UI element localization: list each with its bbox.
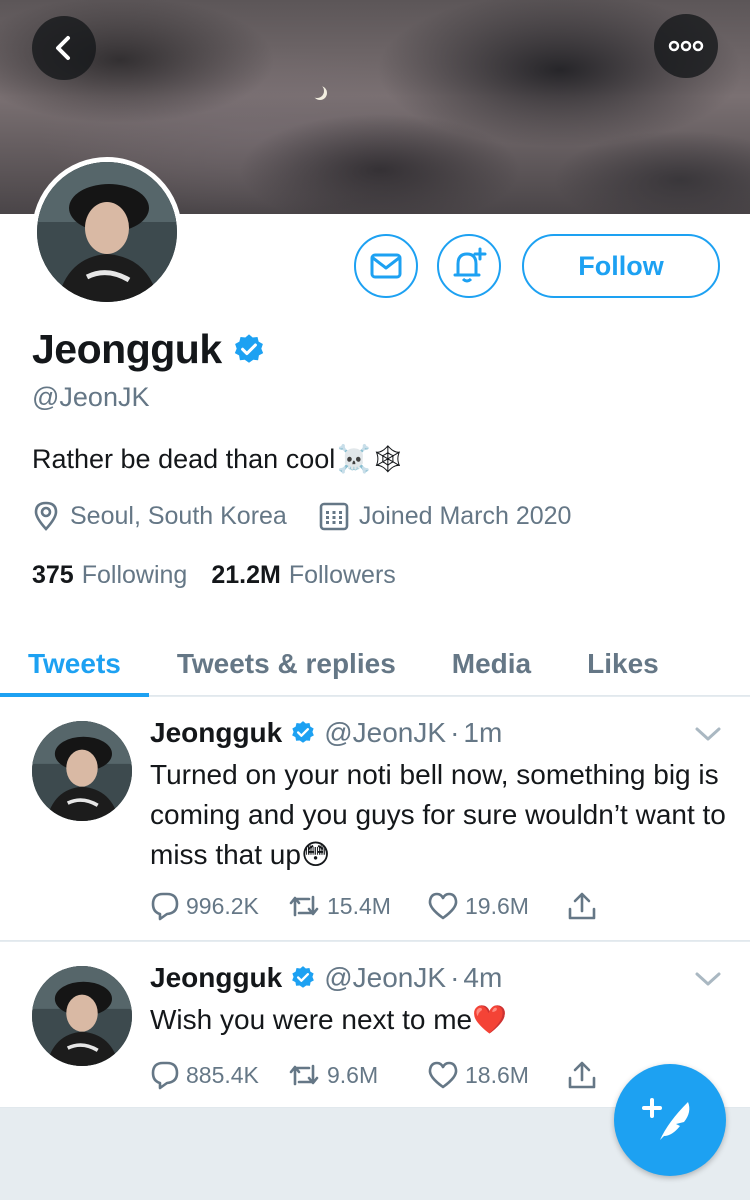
share-icon [568,1061,596,1089]
compose-tweet-button[interactable] [614,1064,726,1176]
reply-icon [151,1061,179,1090]
following-count[interactable]: 375 [32,561,74,590]
heart-icon [428,892,458,920]
tweet-author-name[interactable]: Jeongguk [150,717,282,749]
retweet-count: 9.6M [327,1061,379,1088]
retweet-button[interactable]: 15.4M [287,893,427,920]
retweet-count: 15.4M [327,892,391,919]
location: Seoul, South Korea [32,501,287,531]
reply-button[interactable]: 996.2K [150,891,287,921]
tweet-text: Turned on your noti bell now, something … [150,755,730,875]
tab-likes[interactable]: Likes [587,632,659,696]
tweet-actions: 885.4K 9.6M 18.6M [150,1060,604,1090]
profile-handle: @JeonJK [32,382,150,412]
heart-icon [428,1061,458,1089]
follow-button[interactable]: Follow [522,234,720,298]
chevron-down-icon[interactable] [694,725,722,743]
reply-icon [151,892,179,921]
profile-name: Jeongguk [32,326,266,373]
followers-count[interactable]: 21.2M [211,561,280,590]
tweet-avatar[interactable] [32,966,132,1066]
tweet-emoji: 😳 [300,839,331,870]
like-button[interactable]: 19.6M [427,892,566,920]
location-text: Seoul, South Korea [70,501,287,530]
profile-name-text: Jeongguk [32,326,222,372]
joined-date: Joined March 2020 [319,501,572,531]
like-button[interactable]: 18.6M [427,1061,566,1089]
reply-count: 996.2K [186,892,259,919]
separator-dot: · [450,717,460,748]
avatar-photo [32,966,132,1066]
tweet-author-name[interactable]: Jeongguk [150,962,282,994]
reply-button[interactable]: 885.4K [150,1060,287,1090]
followers-label[interactable]: Followers [289,561,396,590]
profile-meta: Seoul, South Korea Joined March 2020 [32,501,603,531]
separator-dot: · [450,962,460,993]
tab-tweets[interactable]: Tweets [0,632,149,697]
share-icon [568,892,596,920]
chevron-down-icon[interactable] [694,970,722,988]
bio-text: Rather be dead than cool [32,443,336,474]
tweet-header: Jeongguk @JeonJK · 4m [150,962,502,994]
share-button[interactable] [566,891,604,921]
retweet-icon [289,895,319,917]
mail-icon [370,253,402,279]
joined-text: Joined March 2020 [358,501,572,530]
avatar-photo [32,721,132,821]
tweet-body: Wish you were next to me [150,1004,473,1035]
message-button[interactable] [354,234,418,298]
profile-header: Follow Jeongguk @JeonJK Rather be dead t… [0,157,750,697]
tweet[interactable]: Jeongguk @JeonJK · 1m Turned on your not… [0,697,750,941]
tweet-avatar[interactable] [32,721,132,821]
share-button[interactable] [566,1060,604,1090]
more-horizontal-icon [668,40,704,52]
retweet-button[interactable]: 9.6M [287,1062,427,1089]
profile-bio: Rather be dead than cool ☠️🕸 [32,443,405,475]
profile-avatar[interactable] [32,157,182,307]
verified-badge-icon [292,966,315,988]
like-count: 18.6M [465,1061,529,1088]
tweet-emoji: ❤️ [472,1004,507,1035]
profile-tabs: Tweets Tweets & replies Media Likes [0,632,750,697]
calendar-icon [319,502,349,531]
location-pin-icon [34,501,58,531]
verified-badge-icon [234,333,263,363]
reply-count: 885.4K [186,1061,259,1088]
tweet-header: Jeongguk @JeonJK · 1m [150,717,502,749]
moon-image [310,84,324,98]
retweet-icon [289,1064,319,1086]
chevron-left-icon [56,36,70,60]
tweet-author-handle: @JeonJK [324,962,447,993]
tweet-time: 4m [463,962,503,993]
tweet-author-handle: @JeonJK [324,717,447,748]
tweet-actions: 996.2K 15.4M 19.6M [150,891,604,921]
following-label[interactable]: Following [82,561,188,590]
tab-tweets-replies[interactable]: Tweets & replies [177,632,396,696]
follow-counts: 375 Following 21.2M Followers [32,561,420,590]
tweet-time: 1m [463,717,503,748]
tab-media[interactable]: Media [452,632,531,696]
compose-feather-icon [642,1098,690,1140]
notification-bell-button[interactable] [437,234,501,298]
tweet-body: Turned on your noti bell now, something … [150,759,726,870]
like-count: 19.6M [465,892,529,919]
verified-badge-icon [292,721,315,743]
bio-emoji: ☠️🕸 [337,444,406,474]
bell-plus-icon [453,247,487,283]
tweet-text: Wish you were next to me❤️ [150,1000,730,1040]
avatar-photo [37,162,177,302]
back-button[interactable] [32,16,96,80]
more-button[interactable] [654,14,718,78]
